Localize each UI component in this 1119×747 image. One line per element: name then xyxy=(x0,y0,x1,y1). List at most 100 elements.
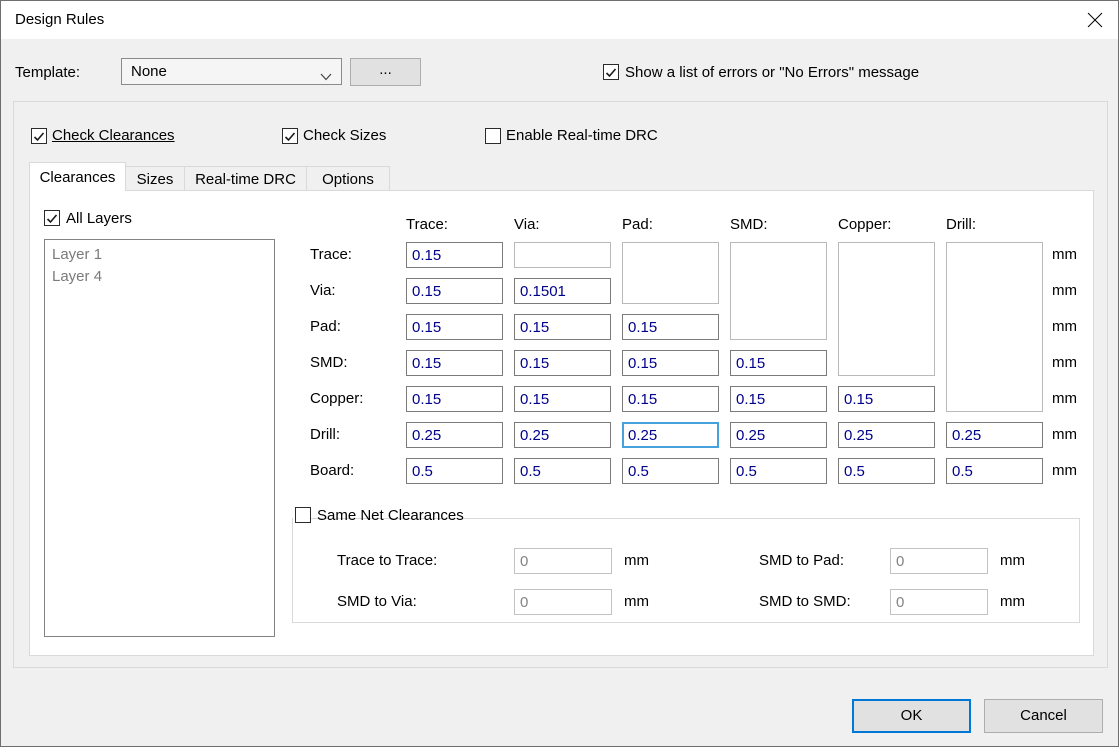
smd-to-smd-label: SMD to SMD: xyxy=(759,593,851,611)
matrix-col-header-smd: SMD: xyxy=(730,216,768,234)
tab-sizes[interactable]: Sizes xyxy=(125,166,185,191)
clearance-input-drill-copper[interactable] xyxy=(838,422,935,448)
matrix-row-label-drill: Drill: xyxy=(310,422,340,448)
clearance-input-pad-via[interactable] xyxy=(514,314,611,340)
check-clearances-label: Check Clearances xyxy=(52,128,175,144)
clearance-input-drill-drill[interactable] xyxy=(946,422,1043,448)
check-icon xyxy=(33,131,45,143)
clearance-cell-disabled-smd xyxy=(730,242,827,340)
all-layers-checkbox[interactable] xyxy=(44,210,60,226)
matrix-col-header-copper: Copper: xyxy=(838,216,891,234)
tab-real-time-drc[interactable]: Real-time DRC xyxy=(184,166,307,191)
smd-to-via-label: SMD to Via: xyxy=(337,593,417,611)
tab-options[interactable]: Options xyxy=(306,166,390,191)
unit-label: mm xyxy=(1052,462,1077,480)
clearance-input-board-copper[interactable] xyxy=(838,458,935,484)
layer-list-item[interactable]: Layer 4 xyxy=(45,266,274,288)
smd-to-smd-input[interactable] xyxy=(890,589,988,615)
clearance-input-smd-via[interactable] xyxy=(514,350,611,376)
unit-label: mm xyxy=(1052,246,1077,264)
clearance-input-via-trace[interactable] xyxy=(406,278,503,304)
show-errors-checkbox[interactable] xyxy=(603,64,619,80)
unit-label: mm xyxy=(1052,354,1077,372)
smd-to-pad-label: SMD to Pad: xyxy=(759,552,844,570)
layer-list-item[interactable]: Layer 1 xyxy=(45,244,274,266)
clearance-input-board-smd[interactable] xyxy=(730,458,827,484)
clearance-input-drill-trace[interactable] xyxy=(406,422,503,448)
same-net-checkbox[interactable] xyxy=(295,507,311,523)
clearance-input-drill-pad[interactable] xyxy=(622,422,719,448)
clearance-input-copper-pad[interactable] xyxy=(622,386,719,412)
layer-list[interactable]: Layer 1Layer 4 xyxy=(44,239,275,637)
chevron-down-icon xyxy=(320,68,332,85)
template-selected-value: None xyxy=(131,63,167,80)
clearance-input-board-pad[interactable] xyxy=(622,458,719,484)
show-errors-label: Show a list of errors or "No Errors" mes… xyxy=(625,64,919,82)
tab-clearances[interactable]: Clearances xyxy=(29,162,126,191)
clearance-input-via-via[interactable] xyxy=(514,278,611,304)
unit-label: mm xyxy=(1052,318,1077,336)
check-icon xyxy=(46,213,58,225)
cancel-button[interactable]: Cancel xyxy=(984,699,1103,733)
clearance-input-board-via[interactable] xyxy=(514,458,611,484)
unit-label: mm xyxy=(624,552,649,570)
enable-real-time-drc-checkbox[interactable] xyxy=(485,128,501,144)
clearance-cell-disabled-via xyxy=(514,242,611,268)
clearance-input-smd-smd[interactable] xyxy=(730,350,827,376)
clearance-input-copper-trace[interactable] xyxy=(406,386,503,412)
smd-to-via-input[interactable] xyxy=(514,589,612,615)
matrix-col-header-via: Via: xyxy=(514,216,540,234)
close-icon[interactable] xyxy=(1086,11,1104,29)
clearance-input-smd-trace[interactable] xyxy=(406,350,503,376)
matrix-row-label-copper: Copper: xyxy=(310,386,363,412)
matrix-row-label-via: Via: xyxy=(310,278,336,304)
unit-label: mm xyxy=(624,593,649,611)
clearances-tab-panel: All Layers Layer 1Layer 4 Trace: Via: Pad:… xyxy=(29,190,1094,656)
same-net-label: Same Net Clearances xyxy=(317,507,464,525)
trace-to-trace-input[interactable] xyxy=(514,548,612,574)
clearance-input-copper-via[interactable] xyxy=(514,386,611,412)
matrix-row-label-pad: Pad: xyxy=(310,314,341,340)
check-clearances-checkbox[interactable] xyxy=(31,128,47,144)
matrix-col-header-pad: Pad: xyxy=(622,216,653,234)
clearance-input-drill-via[interactable] xyxy=(514,422,611,448)
template-label: Template: xyxy=(15,64,80,82)
unit-label: mm xyxy=(1000,593,1025,611)
clearance-input-copper-copper[interactable] xyxy=(838,386,935,412)
matrix-row-label-smd: SMD: xyxy=(310,350,348,376)
check-icon xyxy=(605,67,617,79)
same-net-legend: Same Net Clearances xyxy=(293,507,299,525)
design-rules-dialog: Design Rules Template: None ... Show a l… xyxy=(0,0,1119,747)
clearance-cell-disabled-drill xyxy=(946,242,1043,412)
template-browse-button[interactable]: ... xyxy=(350,58,421,86)
matrix-col-header-drill: Drill: xyxy=(946,216,976,234)
ok-button[interactable]: OK xyxy=(852,699,971,733)
clearance-cell-disabled-copper xyxy=(838,242,935,376)
template-dropdown[interactable]: None xyxy=(121,58,342,85)
unit-label: mm xyxy=(1000,552,1025,570)
title-bar: Design Rules xyxy=(1,1,1118,39)
check-sizes-label: Check Sizes xyxy=(303,128,386,144)
clearance-input-copper-smd[interactable] xyxy=(730,386,827,412)
smd-to-pad-input[interactable] xyxy=(890,548,988,574)
clearance-input-pad-trace[interactable] xyxy=(406,314,503,340)
trace-to-trace-label: Trace to Trace: xyxy=(337,552,437,570)
matrix-row-label-trace: Trace: xyxy=(310,242,352,268)
clearance-input-trace-trace[interactable] xyxy=(406,242,503,268)
enable-real-time-drc-label: Enable Real-time DRC xyxy=(506,128,658,144)
clearance-input-drill-smd[interactable] xyxy=(730,422,827,448)
unit-label: mm xyxy=(1052,426,1077,444)
check-icon xyxy=(284,131,296,143)
clearance-cell-disabled-pad xyxy=(622,242,719,304)
matrix-col-header-trace: Trace: xyxy=(406,216,448,234)
unit-label: mm xyxy=(1052,282,1077,300)
check-sizes-checkbox[interactable] xyxy=(282,128,298,144)
window-title: Design Rules xyxy=(15,11,104,29)
clearance-input-smd-pad[interactable] xyxy=(622,350,719,376)
clearance-input-board-trace[interactable] xyxy=(406,458,503,484)
clearance-input-pad-pad[interactable] xyxy=(622,314,719,340)
clearance-input-board-drill[interactable] xyxy=(946,458,1043,484)
matrix-row-label-board: Board: xyxy=(310,458,354,484)
unit-label: mm xyxy=(1052,390,1077,408)
all-layers-label: All Layers xyxy=(66,210,132,228)
